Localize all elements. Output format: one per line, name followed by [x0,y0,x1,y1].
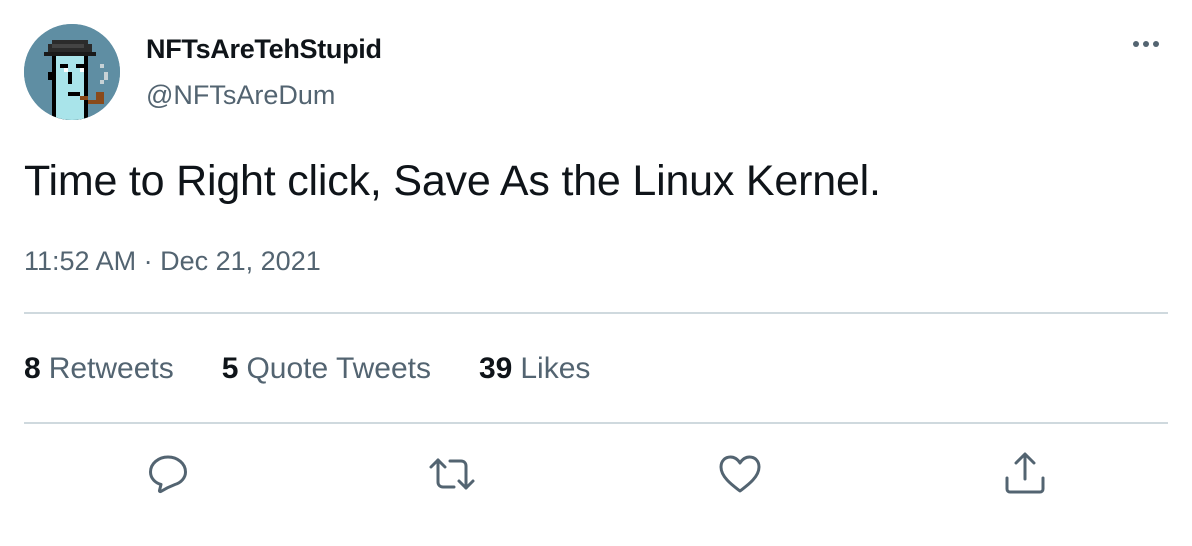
likes-count: 39 [479,352,513,385]
avatar[interactable] [24,24,120,120]
retweet-button[interactable] [426,448,478,500]
divider [24,422,1168,424]
heart-icon [719,455,761,493]
tweet-stats: 8 Retweets 5 Quote Tweets 39 Likes [24,352,590,386]
separator-dot: · [143,246,153,276]
author-handle[interactable]: @NFTsAreDum [146,80,335,111]
share-button[interactable] [999,448,1051,500]
tweet-date[interactable]: Dec 21, 2021 [160,246,321,276]
divider [24,312,1168,314]
likes-stat[interactable]: 39 Likes [479,352,590,386]
share-icon [1005,452,1045,494]
tweet-time[interactable]: 11:52 AM [24,246,136,276]
quote-tweets-stat[interactable]: 5 Quote Tweets [222,352,431,386]
retweets-stat[interactable]: 8 Retweets [24,352,174,386]
quote-tweets-count: 5 [221,352,239,385]
quote-tweets-label: Quote Tweets [246,352,431,385]
retweets-label: Retweets [48,352,174,385]
reply-icon [149,455,187,494]
tweet-card: NFTsAreTehStupid @NFTsAreDum Time to Rig… [0,0,1192,546]
tweet-timestamp: 11:52 AM · Dec 21, 2021 [24,246,321,277]
reply-button[interactable] [142,448,194,500]
tweet-actions [0,448,1192,508]
like-button[interactable] [714,448,766,500]
retweets-count: 8 [24,352,41,385]
likes-label: Likes [520,352,591,385]
retweet-icon [429,458,475,490]
more-horizontal-icon [1133,41,1159,47]
author-display-name[interactable]: NFTsAreTehStupid [146,34,382,65]
meta-separator: · [144,246,161,276]
tweet-text: Time to Right click, Save As the Linux K… [24,157,881,205]
more-options-button[interactable] [1126,28,1166,60]
pixel-avatar-icon [24,24,120,120]
